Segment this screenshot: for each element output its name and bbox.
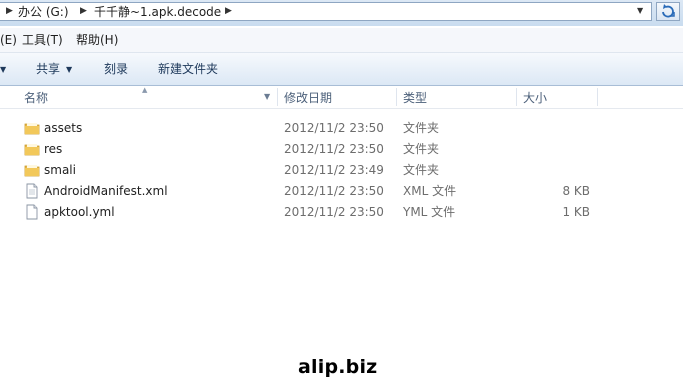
file-name[interactable]: apktool.yml bbox=[44, 205, 115, 219]
menu-help[interactable]: 帮助(H) bbox=[76, 33, 118, 47]
xml-file-icon bbox=[26, 183, 38, 199]
folder-icon bbox=[24, 123, 40, 135]
column-type[interactable]: 类型 bbox=[403, 91, 427, 105]
breadcrumb-arrow-icon[interactable]: ▶ bbox=[6, 6, 13, 16]
file-row[interactable]: res 2012/11/2 23:50 文件夹 bbox=[0, 139, 683, 160]
menu-tools[interactable]: 工具(T) bbox=[22, 33, 63, 47]
breadcrumb-drive[interactable]: 办公 (G:) bbox=[18, 4, 69, 20]
file-type: 文件夹 bbox=[403, 121, 440, 135]
new-folder-button[interactable]: 新建文件夹 bbox=[158, 62, 218, 76]
yml-file-icon bbox=[26, 204, 38, 220]
burn-button[interactable]: 刻录 bbox=[104, 62, 128, 76]
file-type: 文件夹 bbox=[403, 163, 440, 177]
file-size: 8 KB bbox=[562, 184, 590, 198]
sort-ascending-icon: ▲ bbox=[142, 86, 148, 94]
share-dropdown-icon[interactable]: ▼ bbox=[66, 65, 72, 74]
column-filter-icon[interactable]: ▼ bbox=[264, 92, 270, 101]
refresh-icon bbox=[662, 4, 675, 18]
menu-edit[interactable]: (E) bbox=[0, 33, 17, 47]
column-divider[interactable] bbox=[277, 88, 278, 106]
column-name[interactable]: 名称 bbox=[24, 91, 48, 105]
folder-icon bbox=[24, 144, 40, 156]
file-row[interactable]: apktool.yml 2012/11/2 23:50 YML 文件 1 KB bbox=[0, 202, 683, 223]
column-divider[interactable] bbox=[396, 88, 397, 106]
file-date: 2012/11/2 23:50 bbox=[284, 121, 384, 135]
breadcrumb-arrow-icon[interactable]: ▶ bbox=[80, 6, 87, 16]
breadcrumb-arrow-icon[interactable]: ▶ bbox=[225, 6, 232, 16]
file-date: 2012/11/2 23:50 bbox=[284, 184, 384, 198]
breadcrumb-folder[interactable]: 千千静~1.apk.decode bbox=[94, 4, 221, 20]
chevron-down-icon[interactable]: ▼ bbox=[0, 65, 6, 74]
column-size[interactable]: 大小 bbox=[523, 91, 547, 105]
file-size: 1 KB bbox=[562, 205, 590, 219]
column-header: ▲ 名称 ▼ 修改日期 类型 大小 bbox=[0, 86, 683, 109]
chevron-down-icon[interactable]: ▼ bbox=[637, 6, 643, 15]
watermark: alip.biz bbox=[298, 356, 378, 378]
menu-bar: (E) 工具(T) 帮助(H) bbox=[0, 28, 683, 53]
column-date[interactable]: 修改日期 bbox=[284, 91, 332, 105]
address-box[interactable]: ▶ 办公 (G:) ▶ 千千静~1.apk.decode ▶ ▼ bbox=[0, 2, 652, 21]
folder-icon bbox=[24, 165, 40, 177]
column-divider[interactable] bbox=[516, 88, 517, 106]
column-divider[interactable] bbox=[597, 88, 598, 106]
file-date: 2012/11/2 23:49 bbox=[284, 163, 384, 177]
file-name[interactable]: res bbox=[44, 142, 62, 156]
share-button[interactable]: 共享 bbox=[36, 62, 60, 76]
file-name[interactable]: assets bbox=[44, 121, 82, 135]
file-type: YML 文件 bbox=[403, 205, 456, 219]
file-date: 2012/11/2 23:50 bbox=[284, 142, 384, 156]
file-name[interactable]: smali bbox=[44, 163, 76, 177]
refresh-button[interactable] bbox=[656, 2, 680, 21]
file-row[interactable]: smali 2012/11/2 23:49 文件夹 bbox=[0, 160, 683, 181]
file-type: 文件夹 bbox=[403, 142, 440, 156]
file-type: XML 文件 bbox=[403, 184, 457, 198]
file-name[interactable]: AndroidManifest.xml bbox=[44, 184, 168, 198]
file-row[interactable]: assets 2012/11/2 23:50 文件夹 bbox=[0, 118, 683, 139]
command-bar: ▼ 共享 ▼ 刻录 新建文件夹 bbox=[0, 53, 683, 86]
file-date: 2012/11/2 23:50 bbox=[284, 205, 384, 219]
file-row[interactable]: AndroidManifest.xml 2012/11/2 23:50 XML … bbox=[0, 181, 683, 202]
address-bar: ▶ 办公 (G:) ▶ 千千静~1.apk.decode ▶ ▼ bbox=[0, 0, 683, 26]
